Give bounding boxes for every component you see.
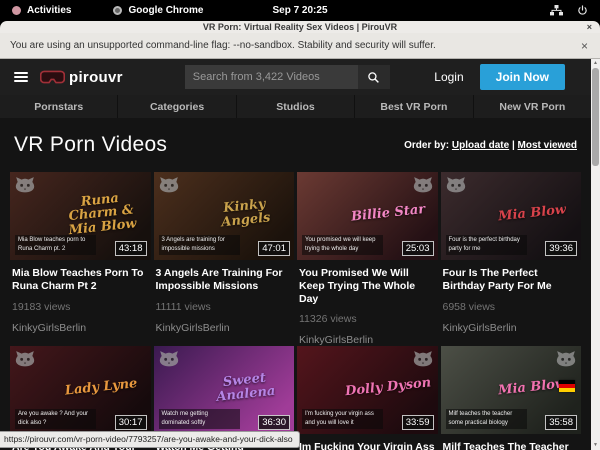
- video-views: 19183 views: [12, 301, 149, 313]
- tab-close-icon[interactable]: ×: [587, 21, 592, 33]
- thumbnail-overlay-subtitle: I'm fucking your virgin ass and you will…: [302, 409, 383, 429]
- scrollbar-up-icon[interactable]: ▲: [591, 59, 600, 68]
- video-meta: Four Is The Perfect Birthday Party For M…: [441, 260, 582, 334]
- video-meta: Im Fucking Your Virgin Ass And You Will …: [297, 434, 438, 450]
- search-icon: [367, 71, 380, 84]
- video-duration-badge: 30:17: [115, 415, 147, 430]
- video-title[interactable]: Mia Blow Teaches Porn To Runa Charm Pt 2: [12, 267, 149, 294]
- nav-item-pornstars[interactable]: Pornstars: [0, 95, 117, 118]
- power-menu-icon[interactable]: [577, 5, 588, 16]
- chrome-warning-infobar: You are using an unsupported command-lin…: [0, 33, 600, 59]
- video-title[interactable]: Im Fucking Your Virgin Ass And You Will …: [299, 441, 436, 450]
- order-most-viewed-link[interactable]: Most viewed: [518, 140, 577, 151]
- video-card[interactable]: Billie Star You promised we will keep tr…: [297, 172, 438, 346]
- video-meta: Mia Blow Teaches Porn To Runa Charm Pt 2…: [10, 260, 151, 334]
- search-button[interactable]: [358, 65, 390, 89]
- german-flag-icon: [559, 380, 575, 392]
- video-thumbnail[interactable]: Billie Star You promised we will keep tr…: [297, 172, 438, 260]
- video-title[interactable]: You Promised We Will Keep Trying The Who…: [299, 267, 436, 306]
- browser-viewport: pirouvr Login Join Now Pornstars Categor…: [0, 59, 600, 450]
- system-top-bar: Activities Google Chrome Sep 7 20:25: [0, 0, 600, 21]
- video-duration-badge: 47:01: [258, 241, 290, 256]
- site-logo-text: pirouvr: [69, 69, 123, 86]
- nav-item-best[interactable]: Best VR Porn: [355, 95, 472, 118]
- video-studio-link[interactable]: KinkyGirlsBerlin: [299, 334, 436, 346]
- tab-title[interactable]: VR Porn: Virtual Reality Sex Videos | Pi…: [203, 22, 397, 32]
- nav-item-new[interactable]: New VR Porn: [474, 95, 591, 118]
- video-title[interactable]: Milf Teaches The Teacher Some Practical …: [443, 441, 580, 450]
- scrollbar-thumb[interactable]: [592, 68, 599, 166]
- video-card[interactable]: Kinky Angels 3 Angels are training for i…: [154, 172, 295, 346]
- thumbnail-overlay-subtitle: Watch me getting dominated softly: [159, 409, 240, 429]
- video-thumbnail[interactable]: Kinky Angels 3 Angels are training for i…: [154, 172, 295, 260]
- nav-item-categories[interactable]: Categories: [118, 95, 235, 118]
- site-header: pirouvr Login Join Now: [0, 59, 591, 95]
- video-thumbnail[interactable]: Sweet Analena Watch me getting dominated…: [154, 346, 295, 434]
- video-title[interactable]: Four Is The Perfect Birthday Party For M…: [443, 267, 580, 294]
- video-thumbnail[interactable]: Lady Lyne Are you awake ? And your dick …: [10, 346, 151, 434]
- video-meta: Milf Teaches The Teacher Some Practical …: [441, 434, 582, 450]
- network-tray-icon[interactable]: [550, 5, 563, 16]
- page-title: VR Porn Videos: [14, 133, 167, 157]
- browser-tab-bar: VR Porn: Virtual Reality Sex Videos | Pi…: [0, 21, 600, 33]
- thumbnail-overlay-subtitle: Four is the perfect birthday party for m…: [446, 235, 527, 255]
- video-card[interactable]: Mia Blow Four is the perfect birthday pa…: [441, 172, 582, 346]
- video-duration-badge: 35:58: [545, 415, 577, 430]
- video-grid: Runa Charm & Mia Blow Mia Blow teaches p…: [0, 172, 591, 450]
- scrollbar-down-icon[interactable]: ▼: [591, 441, 600, 450]
- video-duration-badge: 43:18: [115, 241, 147, 256]
- order-by: Order by: Upload date | Most viewed: [404, 140, 577, 151]
- video-thumbnail[interactable]: Runa Charm & Mia Blow Mia Blow teaches p…: [10, 172, 151, 260]
- warning-text: You are using an unsupported command-lin…: [10, 40, 436, 51]
- thumbnail-overlay-subtitle: Are you awake ? And your dick also ?: [15, 409, 96, 429]
- nav-item-studios[interactable]: Studios: [237, 95, 354, 118]
- video-meta: You Promised We Will Keep Trying The Who…: [297, 260, 438, 346]
- video-studio-link[interactable]: KinkyGirlsBerlin: [443, 322, 580, 334]
- site-page: pirouvr Login Join Now Pornstars Categor…: [0, 59, 591, 450]
- order-upload-date-link[interactable]: Upload date: [452, 140, 509, 151]
- system-clock[interactable]: Sep 7 20:25: [0, 5, 600, 16]
- video-studio-link[interactable]: KinkyGirlsBerlin: [12, 322, 149, 334]
- video-thumbnail[interactable]: Mia Blow Milf teaches the teacher some p…: [441, 346, 582, 434]
- thumbnail-overlay-subtitle: You promised we will keep trying the who…: [302, 235, 383, 255]
- vr-goggles-icon: [40, 70, 65, 84]
- video-duration-badge: 36:30: [258, 415, 290, 430]
- login-link[interactable]: Login: [434, 70, 463, 84]
- order-by-label: Order by:: [404, 140, 449, 151]
- status-url-tooltip: https://pirouvr.com/vr-porn-video/779325…: [0, 431, 300, 448]
- video-studio-link[interactable]: KinkyGirlsBerlin: [156, 322, 293, 334]
- infobar-close-icon[interactable]: ×: [581, 39, 588, 53]
- video-thumbnail[interactable]: Mia Blow Four is the perfect birthday pa…: [441, 172, 582, 260]
- thumbnail-overlay-subtitle: Milf teaches the teacher some practical …: [446, 409, 527, 429]
- scrollbar[interactable]: ▲ ▼: [591, 59, 600, 450]
- join-now-button[interactable]: Join Now: [480, 64, 565, 90]
- video-meta: 3 Angels Are Training For Impossible Mis…: [154, 260, 295, 334]
- video-views: 11326 views: [299, 313, 436, 325]
- main-nav: Pornstars Categories Studios Best VR Por…: [0, 95, 591, 118]
- menu-icon[interactable]: [14, 72, 28, 82]
- video-views: 6958 views: [443, 301, 580, 313]
- video-card[interactable]: Runa Charm & Mia Blow Mia Blow teaches p…: [10, 172, 151, 346]
- search-input[interactable]: [185, 65, 358, 89]
- thumbnail-overlay-subtitle: 3 Angels are training for impossible mis…: [159, 235, 240, 255]
- site-logo[interactable]: pirouvr: [40, 69, 123, 86]
- order-separator: |: [512, 140, 515, 151]
- video-card[interactable]: Mia Blow Milf teaches the teacher some p…: [441, 346, 582, 450]
- video-duration-badge: 39:36: [545, 241, 577, 256]
- video-thumbnail[interactable]: Dolly Dyson I'm fucking your virgin ass …: [297, 346, 438, 434]
- video-card[interactable]: Dolly Dyson I'm fucking your virgin ass …: [297, 346, 438, 450]
- heading-row: VR Porn Videos Order by: Upload date | M…: [0, 118, 591, 172]
- video-views: 11111 views: [156, 301, 293, 313]
- thumbnail-overlay-subtitle: Mia Blow teaches porn to Runa Charm pt. …: [15, 235, 96, 255]
- video-title[interactable]: 3 Angels Are Training For Impossible Mis…: [156, 267, 293, 294]
- video-duration-badge: 33:59: [402, 415, 434, 430]
- video-duration-badge: 25:03: [402, 241, 434, 256]
